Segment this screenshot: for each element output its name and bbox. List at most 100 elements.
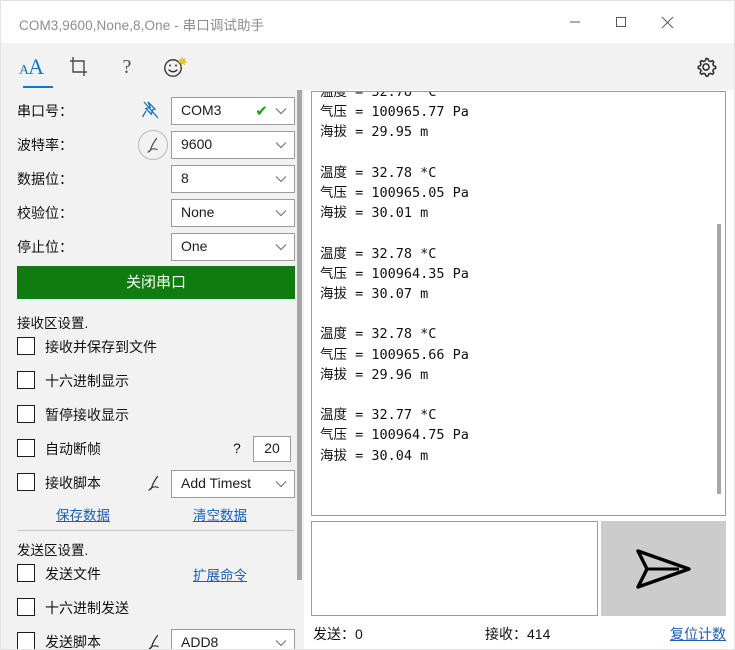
checkbox-row-auto-frame[interactable]: 自动断帧 ? 20 — [1, 434, 295, 464]
send-settings-title: 发送区设置. — [17, 543, 89, 558]
checkbox-row-pause-display[interactable]: 暂停接收显示 — [1, 400, 295, 430]
window-title: COM3,9600,None,8,One - 串口调试助手 — [19, 18, 265, 33]
svg-text:?: ? — [123, 56, 132, 78]
receive-display-area[interactable]: 温度 = 32.78 *C 气压 = 100965.77 Pa 海拔 = 29.… — [311, 91, 726, 516]
port-connected-check-icon: ✔ — [255, 103, 268, 120]
stop-bits-value: One — [181, 238, 208, 254]
baud-value: 9600 — [181, 136, 213, 152]
checkbox-row-receive-script[interactable]: 接收脚本 Add Timest — [1, 468, 295, 498]
script-pen-icon — [148, 475, 159, 491]
paper-plane-icon — [635, 548, 691, 589]
extend-command-link[interactable]: 扩展命令 — [193, 564, 247, 584]
checkbox-hex-send[interactable] — [17, 598, 35, 616]
baud-select[interactable]: 9600 — [171, 131, 295, 159]
font-size-small-a: A — [18, 63, 29, 78]
receive-scrollbar-thumb[interactable] — [717, 224, 721, 494]
font-size-button[interactable]: AA — [9, 46, 53, 88]
send-script-button[interactable] — [141, 629, 167, 649]
receive-scrollbar[interactable] — [715, 94, 723, 513]
checkbox-row-hex-display[interactable]: 十六进制显示 — [1, 366, 295, 396]
receive-script-button[interactable] — [141, 470, 167, 496]
checkbox-label-save-to-file: 接收并保存到文件 — [45, 339, 157, 355]
parity-label: 校验位： — [17, 205, 73, 221]
font-size-big-a: A — [28, 54, 44, 79]
question-mark-icon: ? — [123, 56, 132, 78]
stop-bits-select[interactable]: One — [171, 233, 295, 261]
send-button[interactable] — [601, 521, 726, 616]
checkbox-receive-script[interactable] — [17, 473, 35, 491]
checkbox-row-hex-send[interactable]: 十六进制发送 — [1, 593, 295, 623]
parity-row: 校验位： None — [1, 196, 295, 230]
data-bits-select[interactable]: 8 — [171, 165, 295, 193]
chevron-down-icon — [275, 108, 287, 115]
chevron-down-icon — [275, 244, 287, 251]
receive-script-select[interactable]: Add Timest — [171, 470, 295, 498]
auto-frame-help-icon[interactable]: ? — [233, 440, 241, 456]
checkbox-label-auto-frame: 自动断帧 — [45, 441, 101, 457]
checkbox-send-file[interactable] — [17, 564, 35, 582]
status-bar: 发送：0 接收：414 复位计数 — [305, 618, 734, 649]
status-received-count: 接收：414 — [485, 626, 551, 642]
send-script-select[interactable]: ADD8 — [171, 629, 295, 650]
status-sent-count: 发送：0 — [313, 626, 363, 642]
auto-frame-timeout-value: 20 — [264, 440, 280, 456]
crop-button[interactable] — [57, 46, 101, 88]
serial-debug-assistant-window: COM3,9600,None,8,One - 串口调试助手 AA ? 串口号： … — [0, 0, 735, 650]
send-script-value: ADD8 — [181, 634, 219, 650]
settings-panel-scrollbar[interactable] — [295, 90, 304, 649]
help-button[interactable]: ? — [105, 46, 149, 88]
port-select[interactable]: COM3 ✔ — [171, 97, 295, 125]
baud-row: 波特率： 9600 — [1, 128, 295, 162]
save-data-link[interactable]: 保存数据 — [56, 504, 110, 524]
checkbox-send-script[interactable] — [17, 632, 35, 649]
checkbox-label-hex-send: 十六进制发送 — [45, 600, 129, 616]
send-input-box[interactable] — [311, 521, 598, 616]
checkbox-label-pause-display: 暂停接收显示 — [45, 407, 129, 423]
feedback-button[interactable] — [153, 46, 197, 88]
checkbox-auto-frame[interactable] — [17, 439, 35, 457]
parity-select[interactable]: None — [171, 199, 295, 227]
gear-icon — [697, 57, 717, 77]
section-divider — [17, 530, 295, 531]
port-value: COM3 — [181, 102, 222, 118]
send-input[interactable] — [317, 525, 593, 612]
parity-value: None — [181, 204, 215, 220]
toggle-port-button[interactable]: 关闭串口 — [17, 266, 295, 299]
minimize-button[interactable] — [552, 1, 598, 43]
data-bits-label: 数据位： — [17, 171, 73, 187]
reset-counters-link[interactable]: 复位计数 — [670, 624, 726, 644]
chevron-down-icon — [275, 640, 287, 647]
crop-icon — [70, 57, 87, 76]
maximize-button[interactable] — [598, 1, 644, 43]
data-bits-value: 8 — [181, 170, 189, 186]
checkbox-row-send-file[interactable]: 发送文件 扩展命令 — [1, 559, 295, 589]
checkbox-save-to-file[interactable] — [17, 337, 35, 355]
checkbox-label-send-file: 发送文件 — [45, 566, 101, 582]
settings-button[interactable] — [684, 46, 728, 88]
checkbox-hex-display[interactable] — [17, 371, 35, 389]
close-button[interactable] — [644, 1, 690, 43]
baud-label: 波特率： — [17, 137, 73, 153]
checkbox-row-send-script[interactable]: 发送脚本 ADD8 — [1, 627, 295, 650]
pin-icon[interactable] — [138, 97, 164, 123]
clear-data-link[interactable]: 清空数据 — [193, 504, 247, 524]
checkbox-label-hex-display: 十六进制显示 — [45, 373, 129, 389]
data-bits-row: 数据位： 8 — [1, 162, 295, 196]
settings-panel-scrollbar-thumb[interactable] — [297, 90, 302, 580]
port-row: 串口号： COM3 ✔ — [1, 94, 295, 128]
chevron-down-icon — [275, 142, 287, 149]
checkbox-pause-display[interactable] — [17, 405, 35, 423]
script-pen-icon — [148, 634, 159, 649]
title-bar: COM3,9600,None,8,One - 串口调试助手 — [1, 1, 734, 43]
baud-script-button[interactable] — [138, 130, 168, 160]
checkbox-label-receive-script: 接收脚本 — [45, 475, 101, 491]
auto-frame-timeout-input[interactable]: 20 — [253, 436, 291, 462]
minimize-icon — [570, 21, 580, 23]
maximize-icon — [616, 17, 626, 27]
settings-panel: 串口号： COM3 ✔ 波特率： 9600 数据位： 8 校验位： None 停… — [1, 90, 304, 650]
receive-settings-title: 接收区设置. — [17, 316, 89, 331]
stop-bits-row: 停止位： One — [1, 230, 295, 264]
checkbox-row-save-to-file[interactable]: 接收并保存到文件 — [1, 332, 295, 362]
toolbar: AA ? — [1, 43, 734, 90]
chevron-down-icon — [275, 481, 287, 488]
